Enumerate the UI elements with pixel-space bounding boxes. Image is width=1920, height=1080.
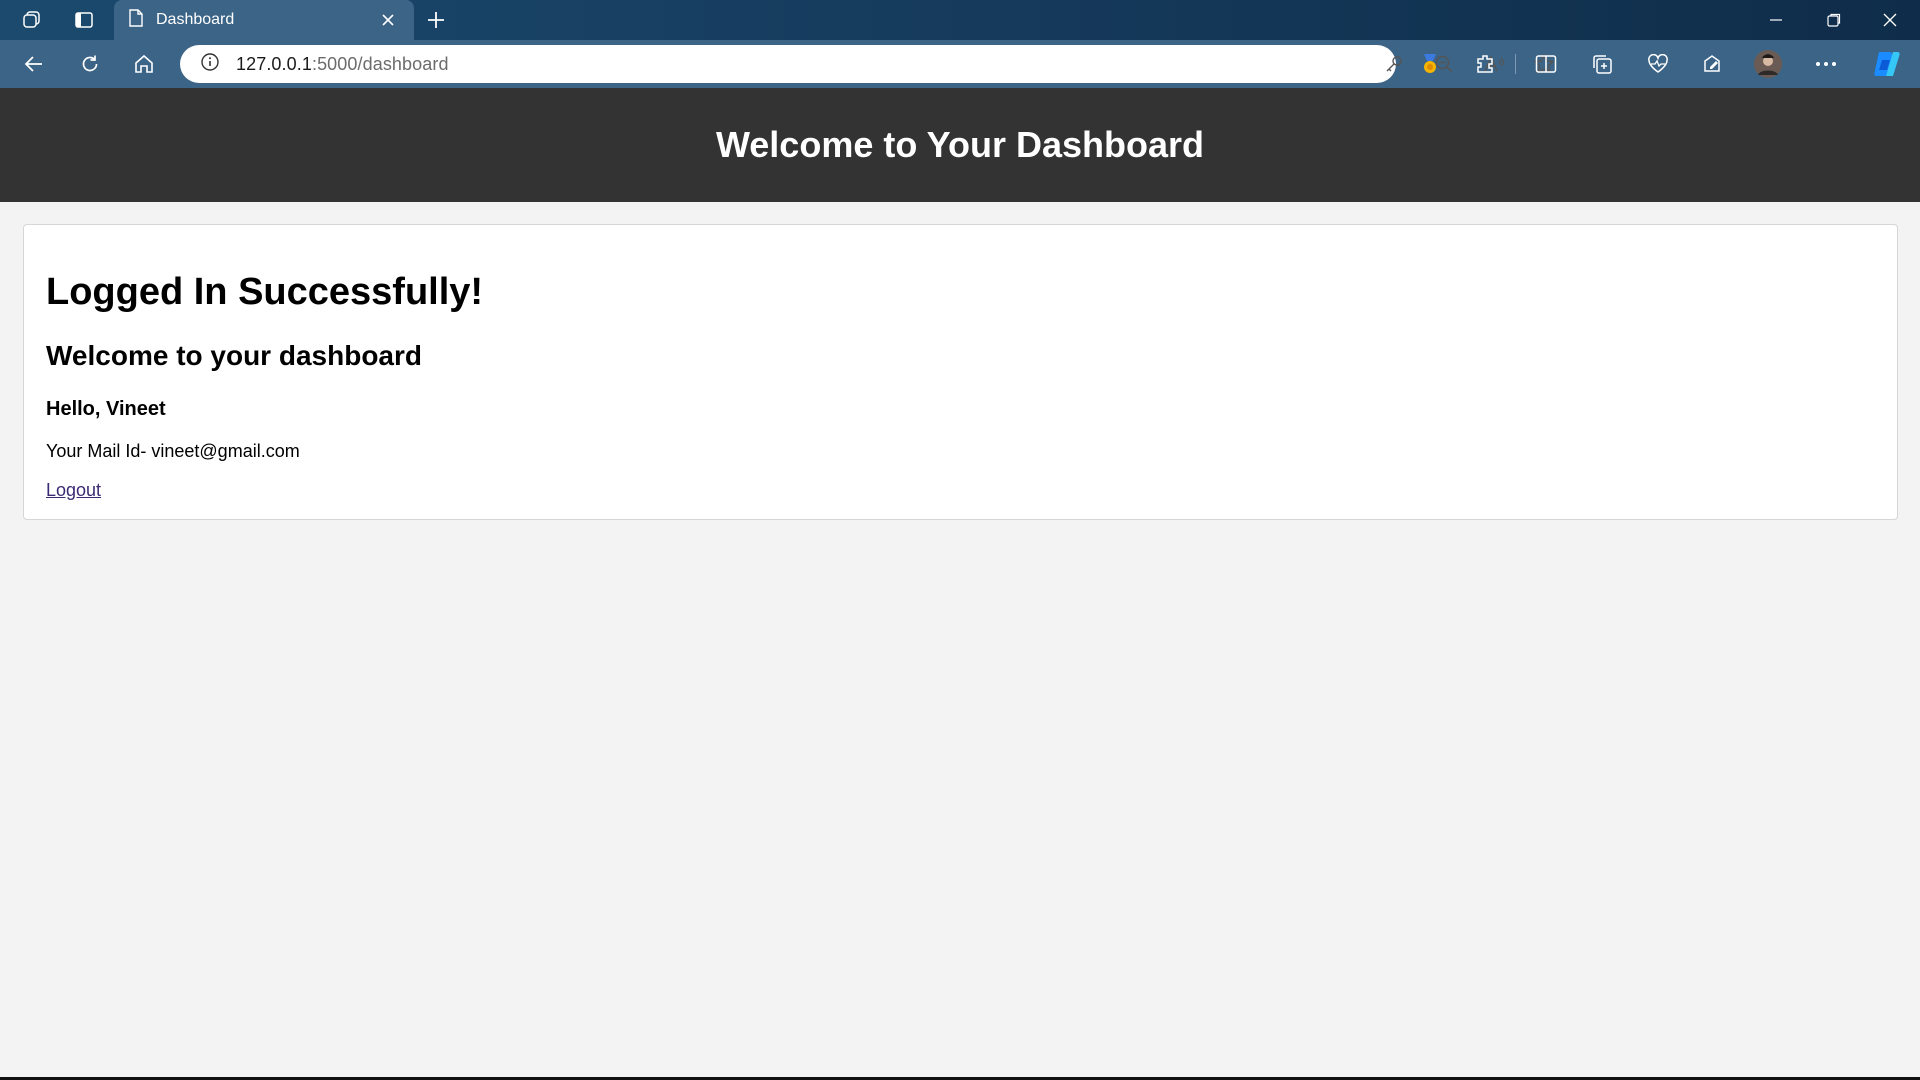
greeting-text: Hello, Vineet bbox=[46, 398, 166, 420]
minimize-button[interactable] bbox=[1748, 0, 1804, 40]
split-screen-icon[interactable] bbox=[1526, 46, 1566, 82]
page-header: Welcome to Your Dashboard bbox=[0, 88, 1920, 202]
site-info-icon[interactable] bbox=[200, 52, 220, 77]
browser-toolbar: 127.0.0.1:5000/dashboard bbox=[0, 40, 1920, 88]
copilot-compose-icon[interactable] bbox=[1692, 46, 1732, 82]
refresh-button[interactable] bbox=[70, 46, 110, 82]
password-key-icon[interactable] bbox=[1380, 52, 1408, 76]
page-title: Welcome to Your Dashboard bbox=[715, 124, 1205, 165]
page-icon bbox=[128, 8, 144, 32]
url-host: 127.0.0.1 bbox=[236, 53, 312, 74]
dashboard-card: Logged In Successfully! Welcome to your … bbox=[23, 224, 1898, 520]
restore-button[interactable] bbox=[1806, 0, 1862, 40]
new-tab-button[interactable] bbox=[418, 4, 454, 36]
tab-dashboard[interactable]: Dashboard bbox=[114, 0, 414, 40]
toolbar-divider bbox=[1515, 54, 1516, 74]
profile-avatar[interactable] bbox=[1748, 46, 1788, 82]
login-status-heading: Logged In Successfully! bbox=[46, 271, 484, 313]
close-tab-icon[interactable] bbox=[376, 8, 400, 32]
logout-link[interactable]: Logout bbox=[46, 480, 101, 500]
home-button[interactable] bbox=[124, 46, 164, 82]
browser-titlebar: Dashboard bbox=[0, 0, 1920, 40]
health-heart-icon[interactable] bbox=[1638, 46, 1678, 82]
welcome-heading: Welcome to your dashboard bbox=[46, 340, 422, 371]
mail-id-text: Your Mail Id- vineet@gmail.com bbox=[46, 441, 300, 461]
tab-title: Dashboard bbox=[156, 11, 235, 28]
url-text[interactable]: 127.0.0.1:5000/dashboard bbox=[236, 54, 449, 75]
rewards-medal-icon[interactable] bbox=[1410, 46, 1450, 82]
extensions-icon[interactable] bbox=[1466, 46, 1506, 82]
more-options-icon[interactable] bbox=[1806, 46, 1846, 82]
collections-icon[interactable] bbox=[1582, 46, 1622, 82]
tab-actions-icon[interactable] bbox=[66, 4, 102, 36]
back-button[interactable] bbox=[14, 46, 54, 82]
address-bar[interactable]: 127.0.0.1:5000/dashboard bbox=[180, 45, 1555, 83]
workspaces-icon[interactable] bbox=[14, 4, 50, 36]
url-path: :5000/dashboard bbox=[311, 53, 449, 74]
copilot-icon[interactable] bbox=[1866, 46, 1906, 82]
close-window-button[interactable] bbox=[1862, 0, 1918, 40]
